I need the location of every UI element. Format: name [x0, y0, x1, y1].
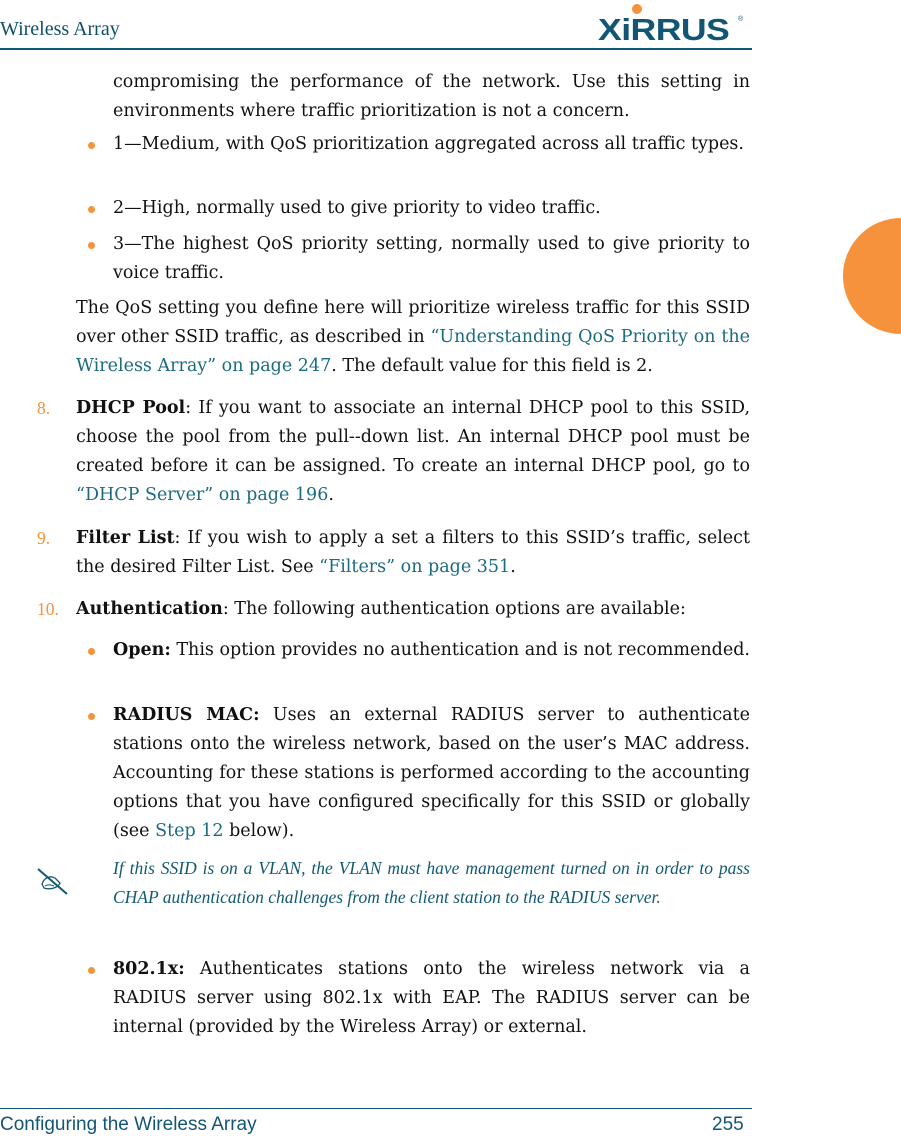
- footer-section-title: Configuring the Wireless Array: [0, 1114, 257, 1135]
- bullet-icon: [88, 713, 95, 720]
- logo-registered-mark: ®: [738, 16, 744, 23]
- step-dhcp-pool: DHCP Pool: If you want to associate an i…: [76, 394, 750, 510]
- auth-term: Open:: [113, 640, 171, 660]
- step-term: Filter List: [76, 528, 175, 548]
- bullet-icon: [88, 648, 95, 655]
- qos-bullet-high: 2—High, normally used to give priority t…: [113, 198, 601, 218]
- qos-paragraph: The QoS setting you define here will pri…: [76, 294, 750, 381]
- step-number: 8.: [37, 398, 51, 418]
- qos-paragraph-after: . The default value for this field is 2.: [331, 356, 653, 376]
- link-filters[interactable]: “Filters” on page 351: [319, 557, 510, 577]
- link-dhcp-server[interactable]: “DHCP Server” on page 196: [76, 485, 328, 505]
- step-after: .: [328, 485, 334, 505]
- bullet-icon: [88, 206, 95, 213]
- auth-option-8021x: 802.1x: Authenticates stations onto the …: [113, 955, 750, 1042]
- footer-divider: [0, 1108, 752, 1109]
- step-number: 10.: [37, 599, 59, 619]
- qos-bullet-highest: 3—The highest QoS priority setting, norm…: [113, 234, 750, 283]
- auth-option-radius-mac: RADIUS MAC: Uses an external RADIUS serv…: [113, 701, 750, 846]
- header-title: Wireless Array: [0, 18, 120, 40]
- pencil-note-icon: [37, 868, 68, 895]
- chapter-tab-marker: [843, 218, 901, 334]
- step-after: .: [510, 557, 516, 577]
- logo-text: XiRRUS: [598, 12, 730, 47]
- header-divider: [0, 48, 752, 50]
- xirrus-logo: XiRRUS ®: [598, 2, 748, 47]
- bullet-icon: [88, 242, 95, 249]
- auth-text: Authenticates stations onto the wireless…: [113, 959, 750, 1037]
- step-number: 9.: [37, 528, 51, 548]
- step-text: : The following authentication options a…: [222, 599, 686, 619]
- note-text: If this SSID is on a VLAN, the VLAN must…: [113, 858, 750, 907]
- auth-option-open: Open: This option provides no authentica…: [113, 636, 750, 665]
- qos-bullet-medium: 1—Medium, with QoS prioritization aggreg…: [113, 134, 744, 154]
- step-term: Authentication: [76, 599, 223, 619]
- step-filter-list: Filter List: If you wish to apply a set …: [76, 524, 750, 582]
- link-step-12[interactable]: Step 12: [155, 821, 223, 841]
- step-term: DHCP Pool: [76, 398, 186, 418]
- logo-dot-icon: [632, 4, 642, 14]
- footer-page-number: 255: [712, 1114, 744, 1135]
- intro-paragraph: compromising the performance of the netw…: [113, 72, 750, 121]
- auth-after: below).: [223, 821, 295, 841]
- bullet-icon: [88, 967, 95, 974]
- auth-term: RADIUS MAC:: [113, 705, 260, 725]
- auth-term: 802.1x:: [113, 959, 185, 979]
- auth-text: This option provides no authentication a…: [170, 640, 750, 660]
- bullet-icon: [88, 142, 95, 149]
- step-authentication: Authentication: The following authentica…: [76, 595, 750, 624]
